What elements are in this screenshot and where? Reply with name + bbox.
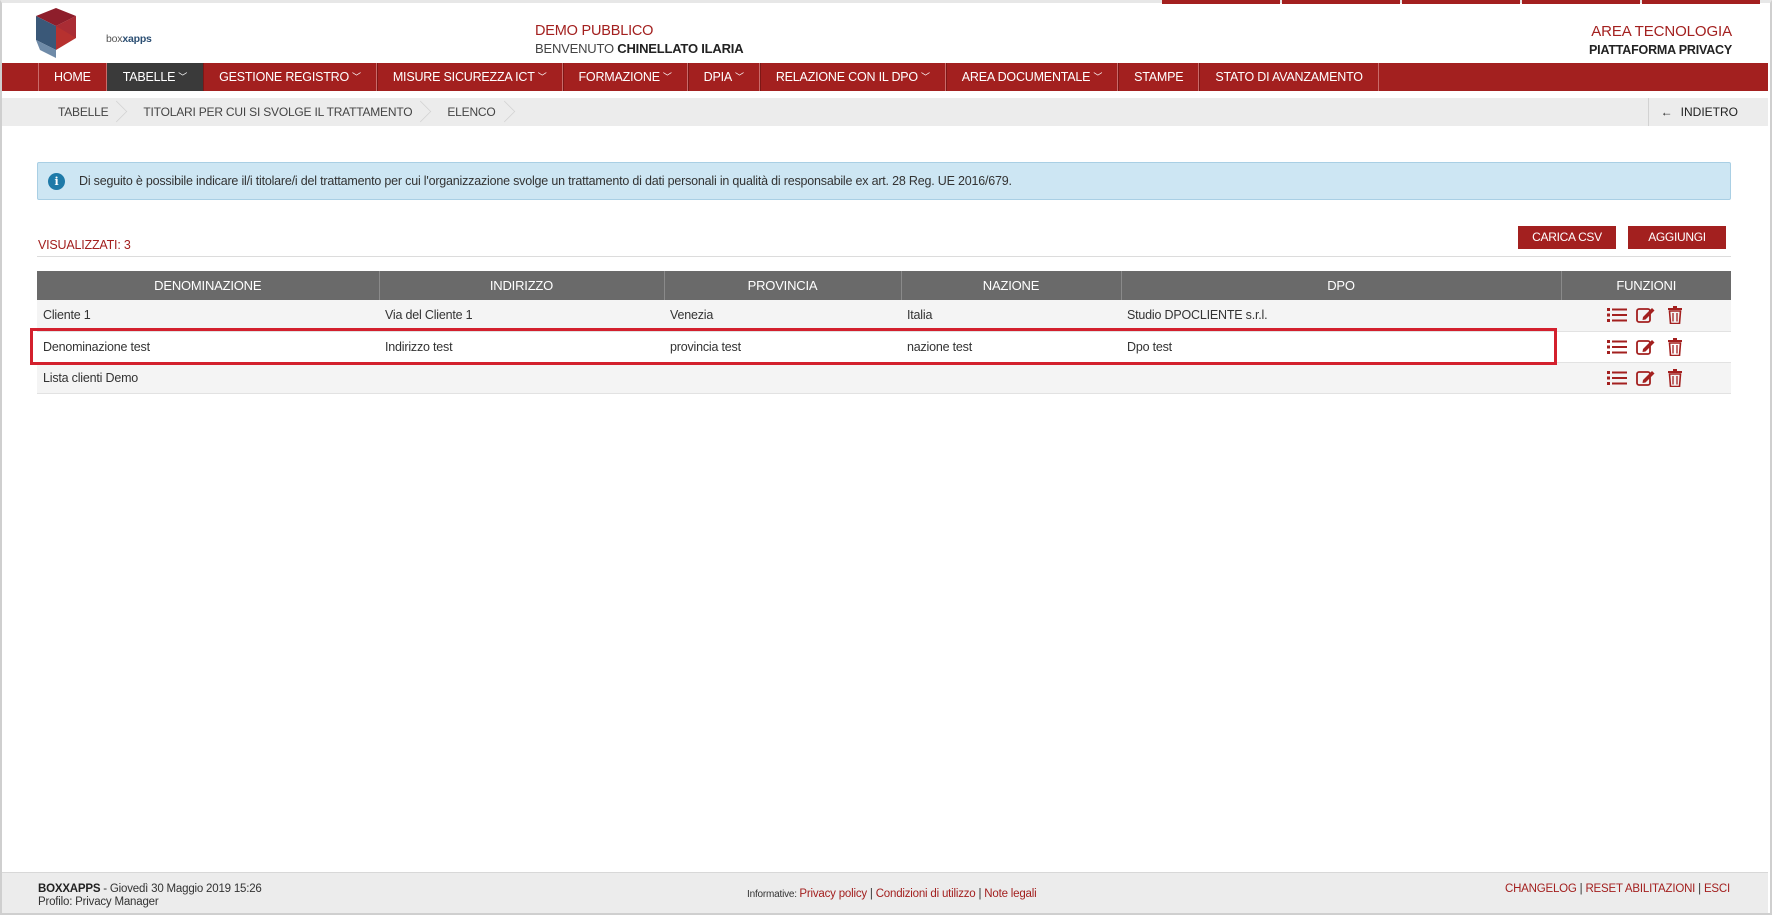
col-dpo[interactable]: DPO (1121, 271, 1562, 300)
nav-formazione[interactable]: FORMAZIONE ﹀ (562, 63, 688, 91)
edit-icon[interactable] (1636, 338, 1656, 356)
back-button[interactable]: ← INDIETRO (1647, 98, 1768, 126)
nav-tabelle[interactable]: TABELLE ﹀ (106, 63, 204, 91)
chevron-down-icon: ﹀ (920, 72, 930, 82)
cell-denominazione: Denominazione test (37, 331, 379, 363)
demo-title: DEMO PUBBLICO (535, 23, 654, 39)
trash-icon[interactable] (1665, 368, 1685, 387)
cell-nazione: nazione test (901, 331, 1121, 363)
divider (37, 256, 1731, 257)
trash-icon[interactable] (1665, 306, 1685, 325)
cell-dpo (1121, 362, 1561, 394)
logo-cube-icon (36, 8, 76, 58)
platform-title: PIATTAFORMA PRIVACY (1589, 43, 1732, 57)
area-title: AREA TECNOLOGIA (1591, 23, 1732, 40)
arrow-left-icon: ← (1660, 105, 1673, 119)
footer-date: - Giovedì 30 Maggio 2019 15:26 (100, 883, 262, 895)
cell-nazione: Italia (901, 300, 1121, 332)
cell-dpo: Dpo test (1121, 331, 1561, 363)
top-tab-strip (1162, 0, 1760, 4)
footer: BOXXAPPS - Giovedì 30 Maggio 2019 15:26 … (2, 872, 1768, 913)
nav-gestione-registro[interactable]: GESTIONE REGISTRO ﹀ (203, 63, 377, 91)
chevron-down-icon: ﹀ (352, 72, 361, 82)
cell-provincia: Venezia (664, 300, 901, 332)
nav-home[interactable]: HOME (38, 63, 107, 91)
breadcrumb-titolari[interactable]: TITOLARI PER CUI SI SVOLGE IL TRATTAMENT… (123, 98, 427, 126)
row-actions (1561, 300, 1731, 332)
chevron-down-icon: ﹀ (735, 72, 744, 82)
nav-stampe[interactable]: STAMPE (1118, 63, 1200, 91)
cell-nazione (901, 362, 1121, 394)
nav-misure-sicurezza[interactable]: MISURE SICUREZZA ICT ﹀ (376, 63, 563, 91)
legal-notes-link[interactable]: Note legali (984, 888, 1036, 900)
col-funzioni: FUNZIONI (1561, 271, 1731, 300)
row-actions (1561, 362, 1731, 394)
cell-indirizzo: Via del Cliente 1 (379, 300, 664, 332)
exit-link[interactable]: ESCI (1704, 883, 1730, 895)
list-icon[interactable] (1606, 306, 1627, 324)
welcome-text: BENVENUTO CHINELLATO ILARIA (535, 41, 744, 56)
table-row[interactable]: Denominazione test Indirizzo test provin… (37, 331, 1731, 363)
footer-actions: CHANGELOG | RESET ABILITAZIONI | ESCI (1504, 883, 1730, 895)
chevron-down-icon: ﹀ (178, 72, 188, 82)
table-header: DENOMINAZIONE INDIRIZZO PROVINCIA NAZION… (37, 271, 1731, 300)
cell-provincia: provincia test (664, 331, 901, 363)
logo-text: boxxapps (106, 33, 152, 45)
user-name: CHINELLATO ILARIA (617, 41, 744, 56)
privacy-policy-link[interactable]: Privacy policy (799, 888, 867, 900)
main-nav: HOME TABELLE ﹀ GESTIONE REGISTRO ﹀ MISURE … (2, 63, 1768, 91)
footer-brand: BOXXAPPS (38, 883, 101, 895)
col-nazione[interactable]: NAZIONE (901, 271, 1122, 300)
chevron-down-icon: ﹀ (1093, 72, 1103, 82)
window-frame (0, 0, 1772, 915)
breadcrumb-elenco: ELENCO (427, 98, 510, 126)
cell-indirizzo (379, 362, 664, 394)
footer-profile: Profilo: Privacy Manager (38, 896, 159, 908)
edit-icon[interactable] (1636, 369, 1656, 387)
nav-relazione-dpo[interactable]: RELAZIONE CON IL DPO ﹀ (759, 63, 946, 91)
conditions-link[interactable]: Condizioni di utilizzo (876, 888, 976, 900)
footer-informative: Informative: Privacy policy | Condizioni… (747, 888, 1037, 900)
list-icon[interactable] (1606, 369, 1627, 387)
cell-denominazione: Cliente 1 (37, 300, 379, 332)
table-row[interactable]: Cliente 1 Via del Cliente 1 Venezia Ital… (37, 300, 1731, 332)
upload-csv-button[interactable]: CARICA CSV (1518, 226, 1616, 249)
nav-stato-avanzamento[interactable]: STATO DI AVANZAMENTO (1199, 63, 1379, 91)
header-center: DEMO PUBBLICO BENVENUTO CHINELLATO ILARI… (535, 23, 744, 56)
titolari-table: DENOMINAZIONE INDIRIZZO PROVINCIA NAZION… (37, 271, 1731, 394)
info-text: Di seguito è possibile indicare il/i tit… (79, 174, 1012, 188)
list-icon[interactable] (1606, 338, 1627, 356)
reset-link[interactable]: RESET ABILITAZIONI (1585, 883, 1695, 895)
records-count: VISUALIZZATI: 3 (38, 238, 131, 252)
changelog-link[interactable]: CHANGELOG (1505, 883, 1577, 895)
add-button[interactable]: AGGIUNGI (1628, 226, 1726, 249)
edit-icon[interactable] (1636, 306, 1656, 324)
col-indirizzo[interactable]: INDIRIZZO (379, 271, 665, 300)
breadcrumb-tabelle[interactable]: TABELLE (38, 98, 123, 126)
info-alert: i Di seguito è possibile indicare il/i t… (37, 162, 1731, 200)
cell-denominazione: Lista clienti Demo (37, 362, 379, 394)
cell-indirizzo: Indirizzo test (379, 331, 664, 363)
breadcrumb: TABELLE TITOLARI PER CUI SI SVOLGE IL TR… (2, 98, 1768, 126)
boxxapps-logo[interactable]: boxxapps (36, 6, 152, 60)
footer-info: BOXXAPPS - Giovedì 30 Maggio 2019 15:26 … (38, 883, 262, 909)
cell-provincia (664, 362, 901, 394)
header-right: AREA TECNOLOGIA PIATTAFORMA PRIVACY (1589, 23, 1732, 57)
row-actions (1561, 331, 1731, 363)
nav-dpia[interactable]: DPIA ﹀ (687, 63, 760, 91)
trash-icon[interactable] (1665, 337, 1685, 356)
nav-area-documentale[interactable]: AREA DOCUMENTALE ﹀ (945, 63, 1119, 91)
chevron-down-icon: ﹀ (537, 72, 547, 82)
table-row[interactable]: Lista clienti Demo (37, 362, 1731, 394)
col-denominazione[interactable]: DENOMINAZIONE (37, 271, 380, 300)
chevron-down-icon: ﹀ (662, 72, 672, 82)
info-icon: i (48, 172, 65, 190)
col-provincia[interactable]: PROVINCIA (664, 271, 902, 300)
cell-dpo: Studio DPOCLIENTE s.r.l. (1121, 300, 1561, 332)
